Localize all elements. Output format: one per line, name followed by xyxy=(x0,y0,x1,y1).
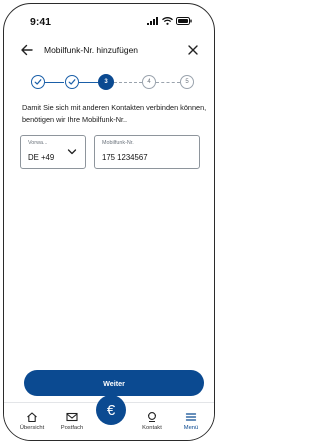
nav-item-overview[interactable]: Übersicht xyxy=(15,411,49,431)
header: Mobilfunk-Nr. hinzufügen xyxy=(4,40,214,64)
page-title: Mobilfunk-Nr. hinzufügen xyxy=(44,45,139,55)
check-icon xyxy=(68,79,76,85)
status-bar: 9:41 xyxy=(4,4,214,38)
nav-item-contact[interactable]: Kontakt xyxy=(135,411,169,431)
wifi-icon xyxy=(162,17,173,25)
step-4-upcoming: 4 xyxy=(142,75,156,89)
phone-number-input[interactable]: Mobilfunk-Nr. 175 1234567 xyxy=(94,135,200,169)
euro-fab-button[interactable]: € xyxy=(96,395,126,425)
nav-label: Kontakt xyxy=(142,425,162,431)
chevron-down-icon xyxy=(67,149,77,155)
stepper-connector xyxy=(45,81,64,83)
step-2-complete xyxy=(65,75,79,89)
bottom-nav: Übersicht Postfach € Kontakt Menü xyxy=(4,395,214,440)
euro-icon: € xyxy=(106,401,116,419)
step-5-upcoming: 5 xyxy=(180,75,194,89)
country-prefix-select[interactable]: Vorwa... DE +49 xyxy=(20,135,86,169)
step-1-complete xyxy=(31,75,45,89)
step-number: 3 xyxy=(104,79,108,85)
mail-icon xyxy=(66,412,78,422)
contact-icon xyxy=(148,412,156,423)
battery-icon xyxy=(176,17,192,25)
nav-label: Menü xyxy=(183,425,199,431)
phone-frame: 9:41 Mobilfunk-Nr. hinzufügen 3 4 5 Dami… xyxy=(3,3,215,441)
nav-item-menu[interactable]: Menü xyxy=(174,411,208,431)
menu-icon xyxy=(185,413,197,421)
step-number: 4 xyxy=(147,79,151,85)
continue-button[interactable]: Weiter xyxy=(24,370,204,396)
step-number: 5 xyxy=(185,79,189,85)
status-icons xyxy=(147,17,192,25)
signal-icon xyxy=(147,17,158,25)
nav-label: Postfach xyxy=(60,425,84,431)
step-3-current: 3 xyxy=(98,74,114,90)
nav-label: Übersicht xyxy=(19,425,45,431)
stepper-connector xyxy=(114,81,142,83)
nav-item-inbox[interactable]: Postfach xyxy=(55,411,89,431)
progress-stepper: 3 4 5 xyxy=(30,73,194,93)
status-time: 9:41 xyxy=(30,16,52,28)
prefix-value: DE +49 xyxy=(28,153,55,162)
home-icon xyxy=(27,412,37,423)
back-arrow-icon[interactable] xyxy=(20,43,34,57)
prefix-label: Vorwa... xyxy=(28,140,48,146)
stepper-connector xyxy=(156,81,180,83)
check-icon xyxy=(34,79,42,85)
stepper-connector xyxy=(79,81,98,83)
phone-label: Mobilfunk-Nr. xyxy=(102,140,134,146)
phone-value: 175 1234567 xyxy=(102,153,148,162)
intro-text: Damit Sie sich mit anderen Kontakten ver… xyxy=(22,103,207,124)
close-icon[interactable] xyxy=(186,43,200,57)
